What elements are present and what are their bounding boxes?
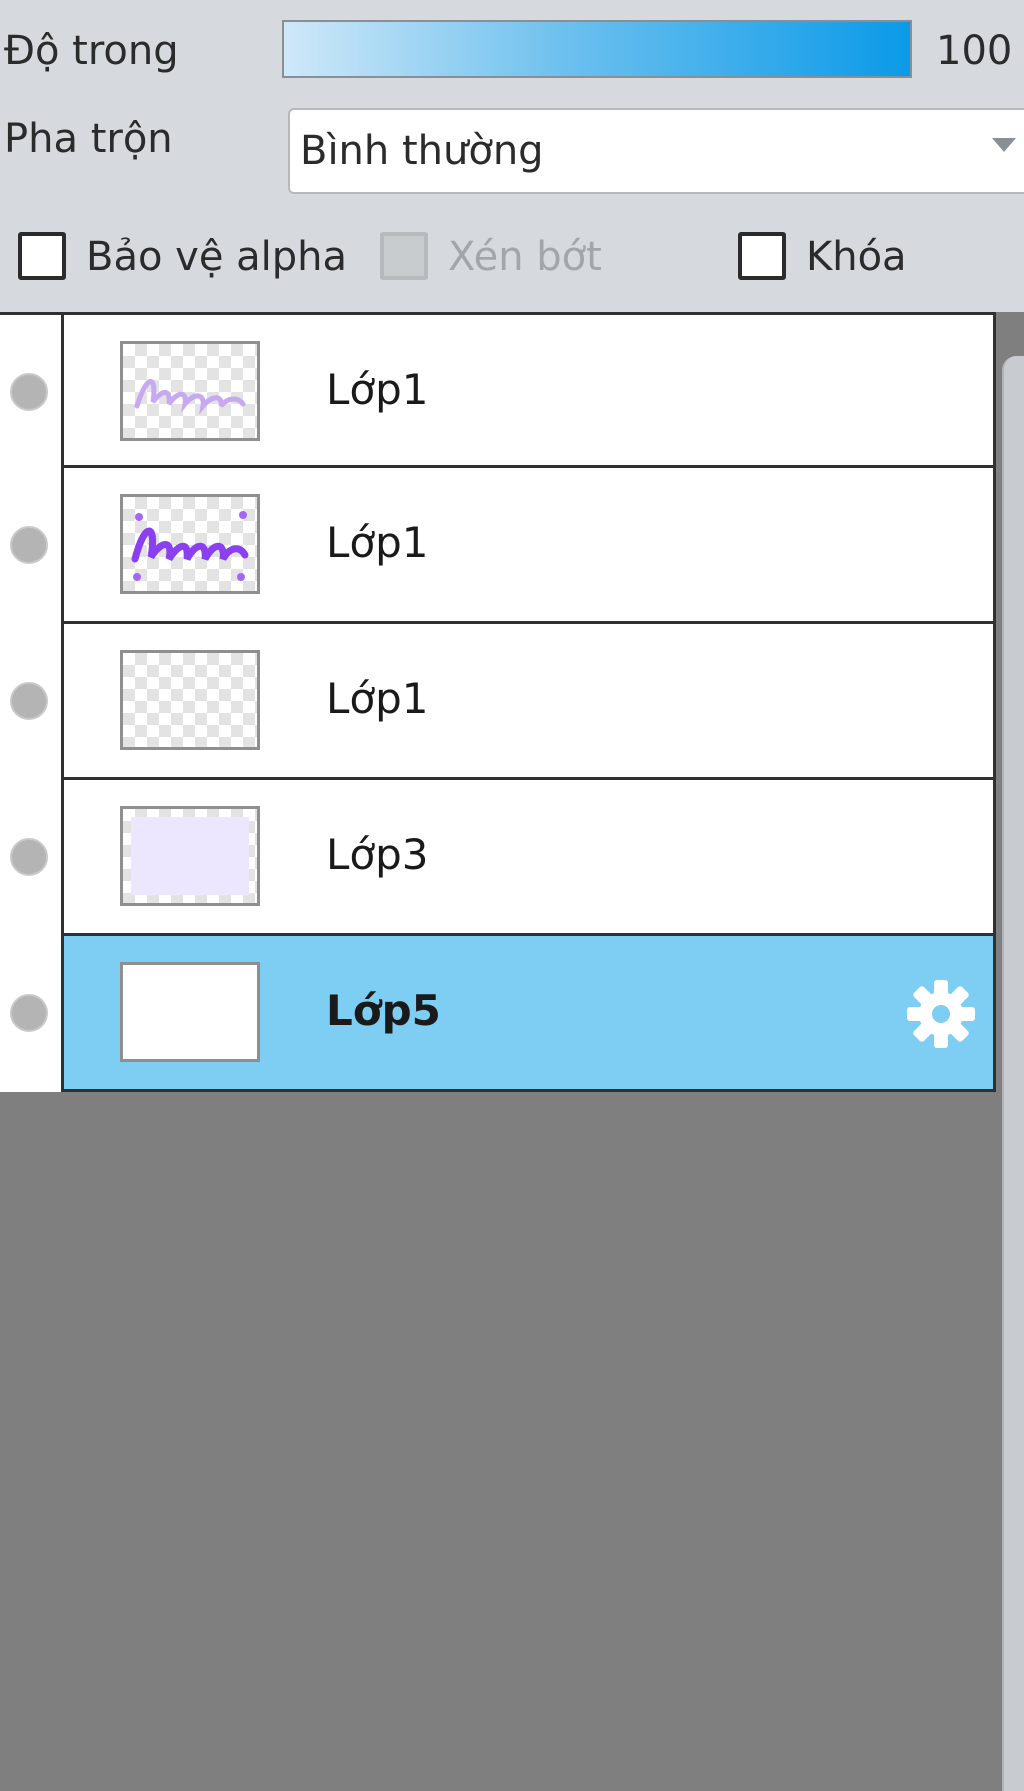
layer-thumbnail — [120, 962, 260, 1062]
layer-thumbnail — [120, 806, 260, 906]
layer-thumbnail — [120, 650, 260, 750]
visibility-cell[interactable] — [0, 468, 64, 624]
blend-mode-value: Bình thường — [300, 128, 544, 174]
layer-body[interactable]: Lớp1 — [64, 624, 996, 780]
visibility-dot-icon[interactable] — [10, 682, 48, 720]
layer-body[interactable]: Lớp5 — [64, 936, 996, 1092]
visibility-dot-icon[interactable] — [10, 994, 48, 1032]
protect-alpha-label: Bảo vệ alpha — [86, 234, 348, 280]
visibility-cell[interactable] — [0, 624, 64, 780]
clip-checkbox[interactable] — [380, 232, 428, 280]
layer-thumbnail — [120, 341, 260, 441]
layer-body[interactable]: Lớp1 — [64, 468, 996, 624]
visibility-dot-icon[interactable] — [10, 526, 48, 564]
visibility-dot-icon[interactable] — [10, 373, 48, 411]
visibility-cell[interactable] — [0, 936, 64, 1092]
chevron-down-icon — [992, 138, 1016, 152]
opacity-label: Độ trong — [4, 28, 179, 74]
visibility-dot-icon[interactable] — [10, 838, 48, 876]
clip-label: Xén bớt — [448, 234, 602, 280]
blend-mode-label: Pha trộn — [4, 116, 173, 162]
layer-row[interactable]: Lớp1 — [0, 312, 1000, 468]
blend-mode-select[interactable]: Bình thường — [288, 108, 1024, 194]
layer-name: Lớp1 — [326, 518, 429, 567]
layer-row[interactable]: Lớp1 — [0, 624, 1000, 780]
layer-list: Lớp1 Lớp1 Lớp1 Lớp3 Lớp5 — [0, 312, 1000, 1791]
layer-body[interactable]: Lớp3 — [64, 780, 996, 936]
opacity-value: 100 % — [936, 28, 1024, 74]
scrollbar[interactable] — [1002, 356, 1024, 1791]
protect-alpha-checkbox[interactable] — [18, 232, 66, 280]
layer-thumbnail — [120, 494, 260, 594]
opacity-slider[interactable] — [282, 20, 912, 78]
visibility-cell[interactable] — [0, 312, 64, 468]
layer-row[interactable]: Lớp1 — [0, 468, 1000, 624]
layer-row-selected[interactable]: Lớp5 — [0, 936, 1000, 1092]
lock-checkbox[interactable] — [738, 232, 786, 280]
gear-icon[interactable] — [903, 976, 979, 1052]
layer-panel: Độ trong 100 % Pha trộn Bình thường Bảo … — [0, 0, 1024, 1791]
opacity-slider-fill — [284, 22, 910, 76]
visibility-cell[interactable] — [0, 780, 64, 936]
layer-name: Lớp3 — [326, 830, 429, 879]
layer-name: Lớp1 — [326, 674, 429, 723]
layer-body[interactable]: Lớp1 — [64, 312, 996, 468]
layer-name: Lớp5 — [326, 986, 441, 1035]
layer-name: Lớp1 — [326, 365, 429, 414]
lock-label: Khóa — [806, 234, 907, 280]
layer-row[interactable]: Lớp3 — [0, 780, 1000, 936]
layer-properties: Độ trong 100 % Pha trộn Bình thường Bảo … — [0, 0, 1024, 312]
